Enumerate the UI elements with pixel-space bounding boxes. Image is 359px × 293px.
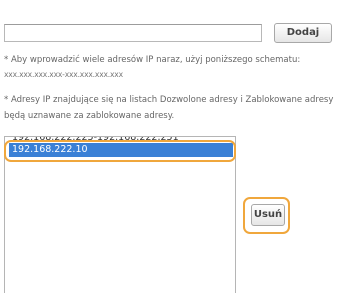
multi-ip-note: * Aby wprowadzić wiele adresów IP naraz,… xyxy=(4,55,301,65)
selected-item-highlight xyxy=(4,140,236,162)
blocked-note-line2: będą uznawane za zablokowane adresy. xyxy=(4,111,175,121)
multi-ip-format: xxx.xxx.xxx.xxx-xxx.xxx.xxx.xxx xyxy=(4,70,123,79)
add-button[interactable]: Dodaj xyxy=(274,23,332,43)
blocked-note-line1: * Adresy IP znajdujące się na listach Do… xyxy=(4,95,334,105)
ip-address-filter-panel: Dodaj * Aby wprowadzić wiele adresów IP … xyxy=(0,0,359,293)
ip-address-input[interactable] xyxy=(4,24,262,42)
remove-button[interactable]: Usuń xyxy=(251,204,285,226)
